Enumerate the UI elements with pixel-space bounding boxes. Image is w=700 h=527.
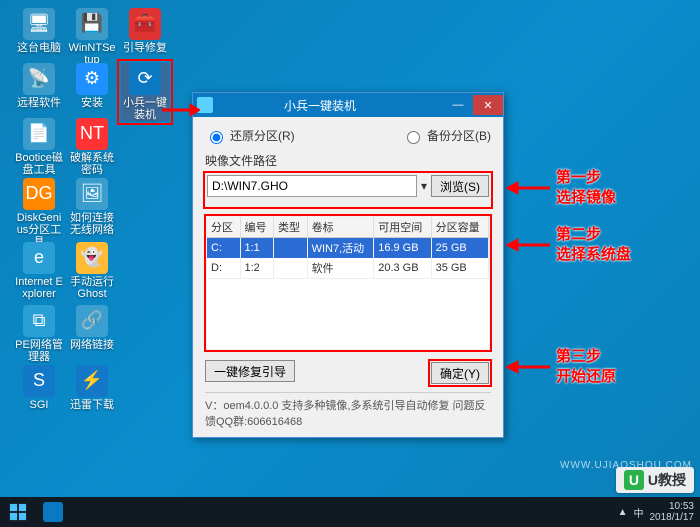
dropdown-icon[interactable]: ▾: [421, 179, 427, 193]
installer-dialog: 小兵一键装机 — ✕ 还原分区(R) 备份分区(B) 映像文件路径 ▾ 浏览(S…: [192, 92, 504, 438]
icon-label: 网络链接: [68, 339, 116, 351]
desktop-icon-netman[interactable]: ⧉PE网络管理器: [15, 305, 63, 363]
netman-icon: ⧉: [23, 305, 55, 337]
winnt-icon: 💾: [76, 8, 108, 40]
ie-icon: e: [23, 242, 55, 274]
backup-radio[interactable]: 备份分区(B): [402, 127, 491, 144]
desktop-icon-boot-repair[interactable]: 🧰 引导修复: [121, 8, 169, 54]
ok-button[interactable]: 确定(Y): [431, 362, 489, 384]
arrow-icon: [506, 237, 550, 253]
ghost-icon: 👻: [76, 242, 108, 274]
clock[interactable]: 10:53 2018/1/17: [650, 501, 695, 523]
table-header-row: 分区 编号 类型 卷标 可用空间 分区容量: [207, 217, 489, 238]
desktop-icon-diskgenius[interactable]: DGDiskGenius分区工具: [15, 178, 63, 248]
window-title: 小兵一键装机: [217, 97, 443, 114]
arrow-icon: [506, 359, 550, 375]
icon-label: 如何连接无线网络: [68, 212, 116, 236]
titlebar[interactable]: 小兵一键装机 — ✕: [193, 93, 503, 117]
install-icon: ⚙: [76, 63, 108, 95]
arrow-icon: [506, 180, 550, 196]
desktop-icon-netlink[interactable]: 🔗 网络链接: [68, 305, 116, 351]
desktop-icon-wifi[interactable]: 🖼如何连接无线网络: [68, 178, 116, 236]
netlink-icon: 🔗: [76, 305, 108, 337]
icon-label: 安装: [68, 97, 116, 109]
icon-label: 引导修复: [121, 42, 169, 54]
desktop-icon-sgi[interactable]: S SGI: [15, 365, 63, 411]
desktop-icon-thunder[interactable]: ⚡ 迅雷下载: [68, 365, 116, 411]
backup-radio-input[interactable]: [407, 131, 420, 144]
taskbar-app[interactable]: [36, 497, 70, 527]
icon-label: 迅雷下载: [68, 399, 116, 411]
annotation-step3: 第三步开始还原: [556, 347, 616, 386]
image-path-label: 映像文件路径: [205, 152, 491, 169]
diskgenius-icon: DG: [23, 178, 55, 210]
ntpw-icon: NT: [76, 118, 108, 150]
annotation-step1: 第一步选择镜像: [556, 168, 616, 207]
icon-label: PE网络管理器: [15, 339, 63, 363]
icon-label: Bootice磁盘工具: [15, 152, 63, 176]
onekey-icon: ⟳: [129, 63, 161, 95]
desktop-icon-ie[interactable]: eInternet Explorer: [15, 242, 63, 300]
watermark-icon: U: [624, 470, 644, 490]
table-row[interactable]: C:1:1WIN7,活动16.9 GB25 GB: [207, 238, 489, 259]
tray-icon[interactable]: ▲: [618, 507, 628, 518]
ime-icon[interactable]: 中: [634, 505, 644, 520]
icon-label: 远程软件: [15, 97, 63, 109]
icon-label: SGI: [15, 399, 63, 411]
desktop-icon-install[interactable]: ⚙ 安装: [68, 63, 116, 109]
icon-label: 手动运行Ghost: [68, 276, 116, 300]
remote-icon: 📡: [23, 63, 55, 95]
browse-button[interactable]: 浏览(S): [431, 175, 489, 197]
desktop-icon-this-pc[interactable]: 🖥 这台电脑: [15, 8, 63, 54]
minimize-button[interactable]: —: [443, 95, 473, 115]
taskbar[interactable]: ▲ 中 10:53 2018/1/17: [0, 497, 700, 527]
table-row[interactable]: D:1:2软件20.3 GB35 GB: [207, 258, 489, 278]
thunder-icon: ⚡: [76, 365, 108, 397]
icon-label: Internet Explorer: [15, 276, 63, 300]
boot-repair-icon: 🧰: [129, 8, 161, 40]
desktop-icon-bootice[interactable]: 📄Bootice磁盘工具: [15, 118, 63, 176]
this-pc-icon: 🖥: [23, 8, 55, 40]
icon-label: 这台电脑: [15, 42, 63, 54]
close-button[interactable]: ✕: [473, 95, 503, 115]
desktop-icon-ghost[interactable]: 👻手动运行Ghost: [68, 242, 116, 300]
annotation-step2: 第二步选择系统盘: [556, 225, 631, 264]
bootice-icon: 📄: [23, 118, 55, 150]
watermark-badge: U U教授: [616, 467, 694, 493]
desktop-icon-ntpw[interactable]: NT破解系统密码: [68, 118, 116, 176]
desktop-icon-remote[interactable]: 📡 远程软件: [15, 63, 63, 109]
image-path-input[interactable]: [207, 175, 417, 197]
arrow-icon: [160, 100, 200, 120]
system-tray[interactable]: ▲ 中 10:53 2018/1/17: [618, 501, 700, 523]
status-bar: V：oem4.0.0.0 支持多种镜像,多系统引导自动修复 问题反馈QQ群:60…: [205, 392, 491, 429]
restore-radio[interactable]: 还原分区(R): [205, 127, 295, 144]
windows-icon: [9, 503, 27, 521]
wifi-icon: 🖼: [76, 178, 108, 210]
icon-label: 破解系统密码: [68, 152, 116, 176]
sgi-icon: S: [23, 365, 55, 397]
partition-table[interactable]: 分区 编号 类型 卷标 可用空间 分区容量 C:1:1WIN7,活动16.9 G…: [207, 217, 489, 278]
desktop-icon-winnt[interactable]: 💾WinNTSetup: [68, 8, 116, 66]
repair-boot-button[interactable]: 一键修复引导: [205, 360, 295, 382]
start-button[interactable]: [0, 497, 36, 527]
restore-radio-input[interactable]: [210, 131, 223, 144]
